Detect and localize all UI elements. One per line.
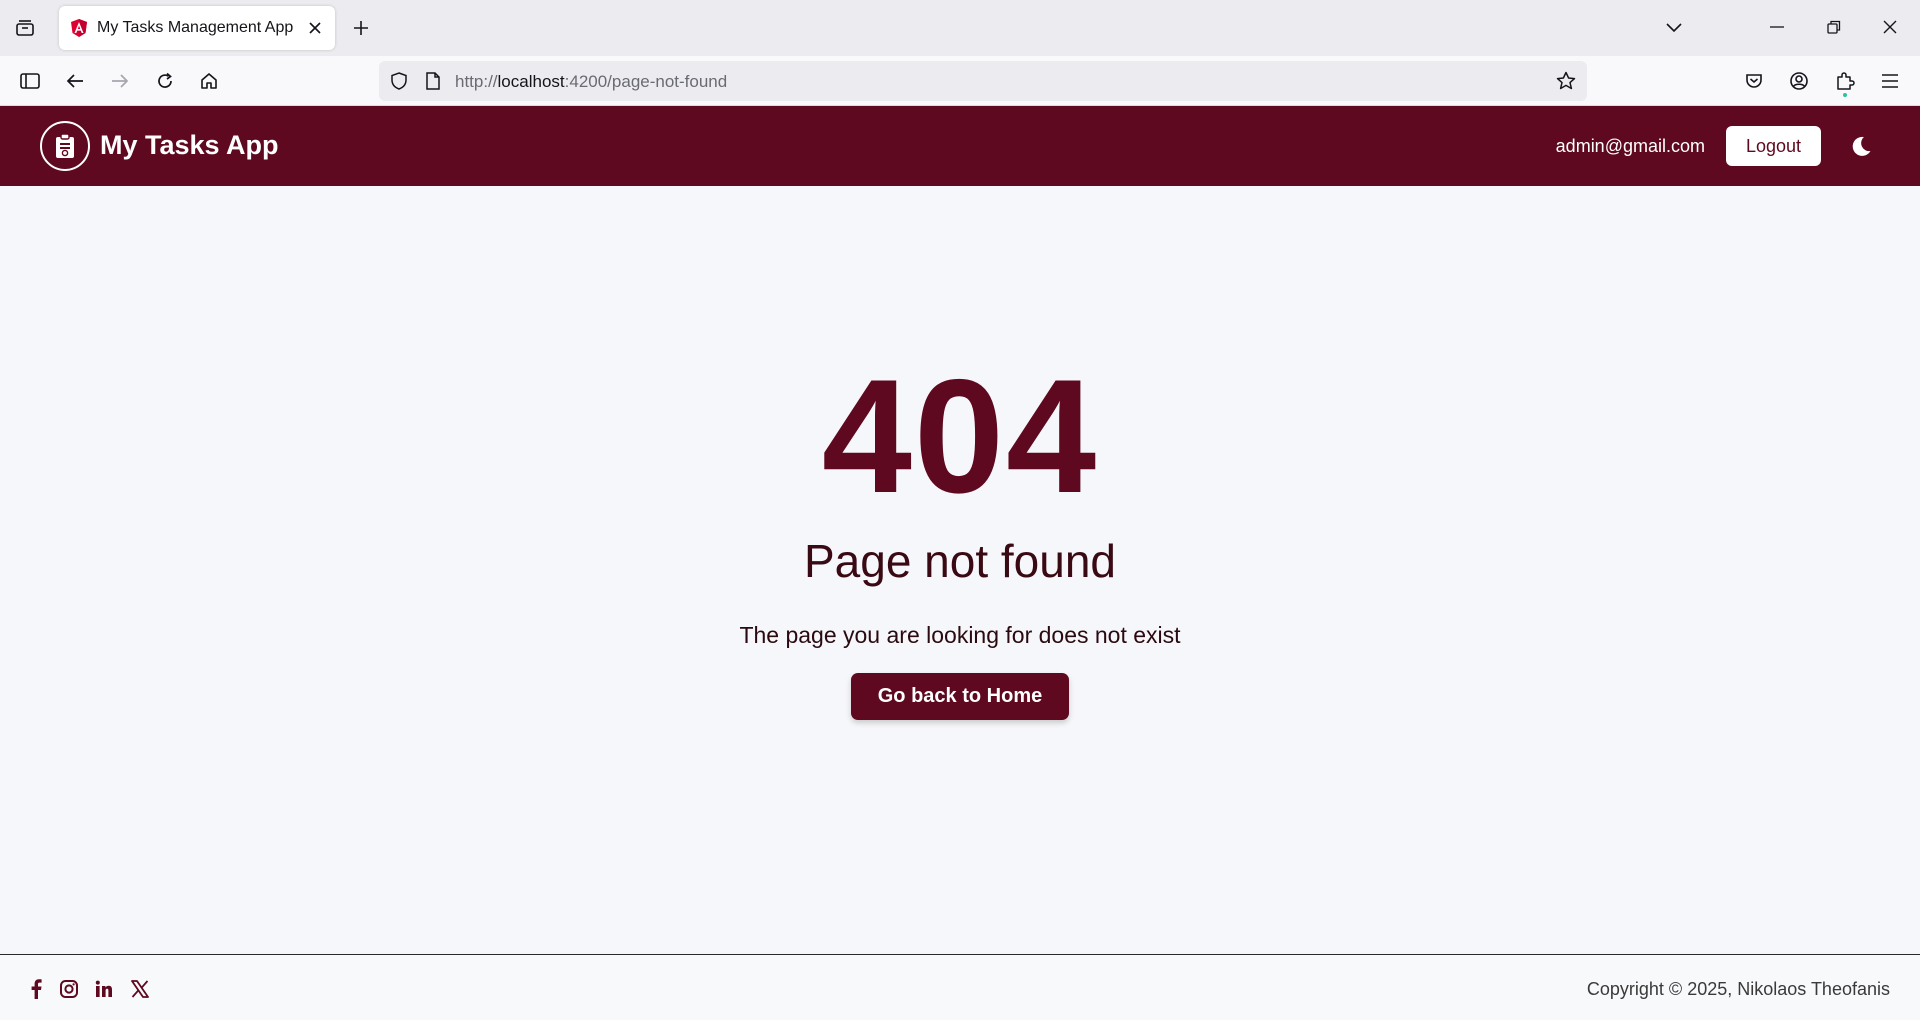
- app-menu-button[interactable]: [1874, 65, 1906, 97]
- facebook-icon[interactable]: [24, 977, 48, 1001]
- url-text[interactable]: http://localhost:4200/page-not-found: [455, 72, 727, 92]
- pocket-icon: [1746, 74, 1762, 88]
- arrow-left-icon: [66, 74, 83, 88]
- account-button[interactable]: [1783, 65, 1815, 97]
- linkedin-icon[interactable]: [92, 977, 116, 1001]
- copyright-text: Copyright © 2025, Nikolaos Theofanis: [1586, 979, 1890, 999]
- url-scheme: http://: [455, 72, 498, 91]
- sidebar-toggle-button[interactable]: [14, 65, 46, 97]
- close-window-button[interactable]: [1867, 10, 1913, 44]
- home-button[interactable]: [193, 65, 225, 97]
- user-email: admin@gmail.com: [1555, 136, 1705, 156]
- error-message: The page you are looking for does not ex…: [739, 622, 1181, 648]
- hamburger-menu-icon: [1882, 74, 1898, 88]
- instagram-icon[interactable]: [57, 977, 81, 1001]
- browser-nav-bar: http://localhost:4200/page-not-found: [0, 56, 1920, 106]
- angular-icon: [69, 18, 89, 38]
- browser-tab-bar: My Tasks Management App: [0, 0, 1920, 56]
- browser-tab-active[interactable]: My Tasks Management App: [59, 6, 335, 50]
- app-brand[interactable]: My Tasks App: [100, 130, 279, 161]
- minimize-window-button[interactable]: [1754, 10, 1800, 44]
- reload-icon: [158, 72, 172, 88]
- url-path: :4200/page-not-found: [564, 72, 728, 91]
- puzzle-icon: [1837, 72, 1855, 90]
- minimize-icon: [1770, 26, 1784, 28]
- pocket-button[interactable]: [1738, 65, 1770, 97]
- sidebar-icon: [20, 73, 40, 89]
- chevron-down-icon: [1666, 23, 1682, 33]
- moon-icon: [1852, 136, 1871, 156]
- home-icon: [201, 73, 217, 89]
- account-icon: [1790, 72, 1808, 90]
- arrow-right-icon: [112, 74, 129, 88]
- footer: Copyright © 2025, Nikolaos Theofanis: [0, 954, 1920, 1020]
- clipboard-logo-icon[interactable]: [40, 121, 90, 171]
- page-title: Page not found: [803, 535, 1117, 587]
- url-host: localhost: [497, 72, 565, 91]
- back-button[interactable]: [59, 65, 91, 97]
- theme-toggle-button[interactable]: [1845, 130, 1877, 162]
- restore-icon: [1827, 20, 1841, 34]
- go-home-button[interactable]: Go back to Home: [851, 673, 1069, 720]
- bookmark-star-icon[interactable]: [1553, 68, 1579, 94]
- restore-window-button[interactable]: [1811, 10, 1857, 44]
- page-info-icon[interactable]: [421, 69, 445, 93]
- error-code: 404: [821, 346, 1099, 527]
- address-bar[interactable]: http://localhost:4200/page-not-found: [379, 61, 1587, 101]
- tabs-dropdown-button[interactable]: [1659, 14, 1689, 42]
- extensions-button[interactable]: [1829, 65, 1861, 97]
- new-tab-button[interactable]: [347, 14, 375, 42]
- shield-icon[interactable]: [387, 69, 411, 93]
- extension-badge: [1843, 93, 1847, 97]
- reload-button[interactable]: [149, 65, 181, 97]
- logout-button[interactable]: Logout: [1726, 126, 1821, 166]
- main-content: 404 Page not found The page you are look…: [0, 186, 1920, 954]
- plus-icon: [354, 21, 368, 35]
- app-header: My Tasks App admin@gmail.com Logout: [0, 106, 1920, 186]
- tab-list-icon: [16, 20, 34, 36]
- close-tab-icon[interactable]: [303, 16, 327, 40]
- x-icon[interactable]: [128, 977, 152, 1001]
- list-all-tabs-button[interactable]: [10, 14, 40, 42]
- tab-title: My Tasks Management App: [97, 19, 294, 36]
- close-icon: [1883, 20, 1897, 34]
- forward-button[interactable]: [104, 65, 136, 97]
